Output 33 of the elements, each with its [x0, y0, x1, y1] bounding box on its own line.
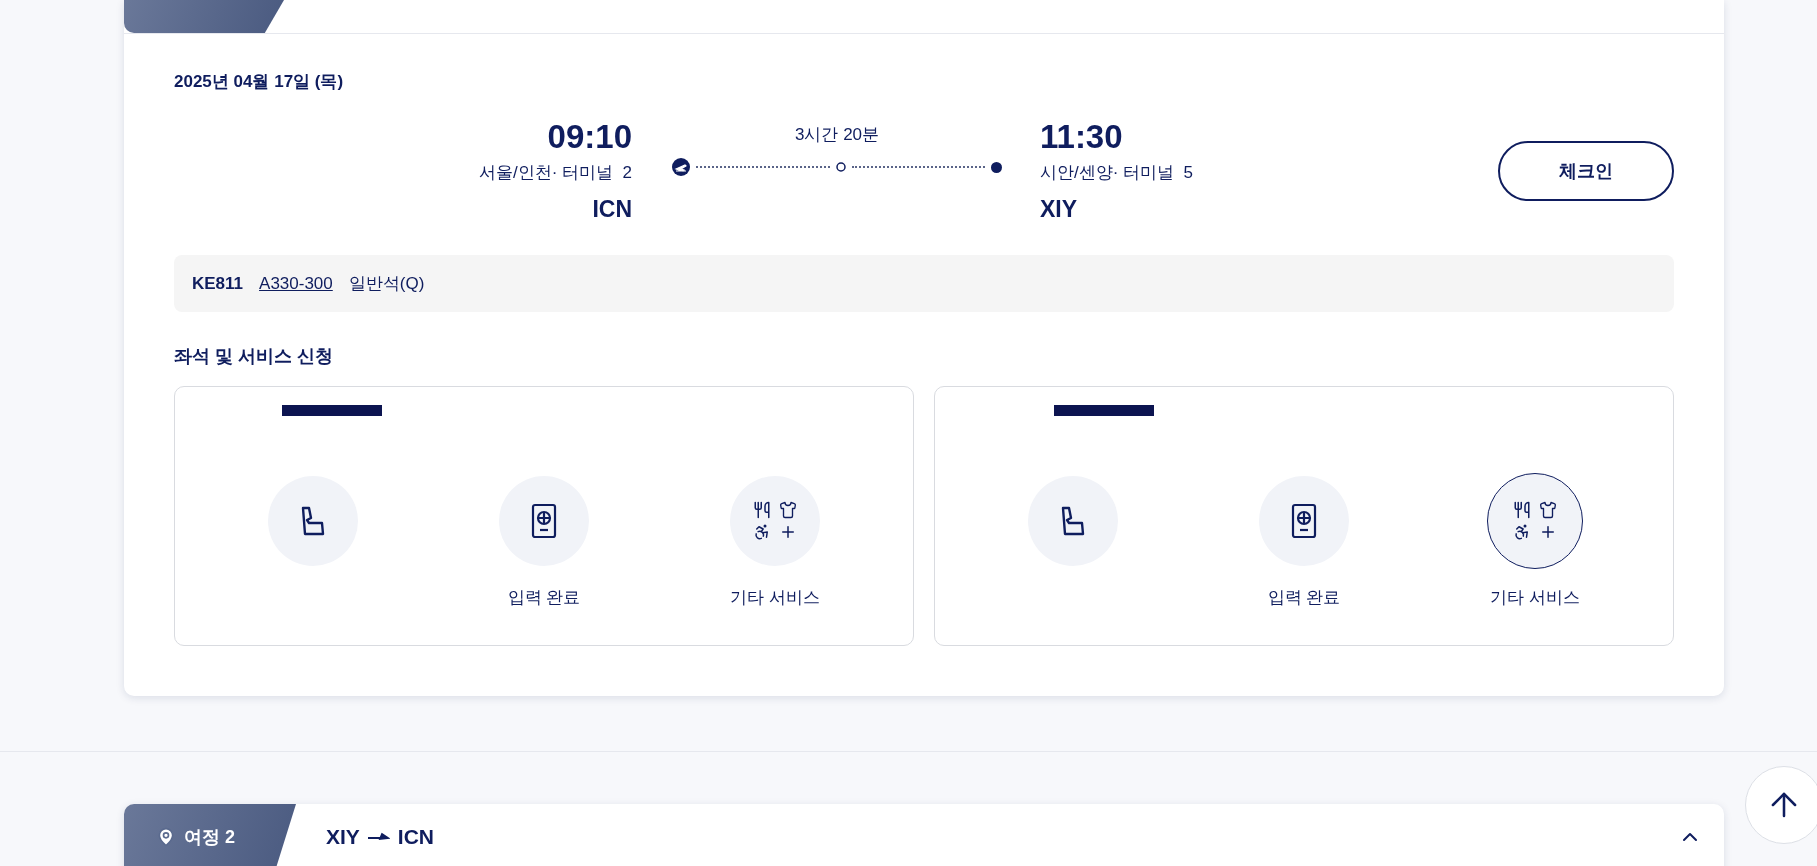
service-label: 입력 완료	[1267, 587, 1341, 608]
departure-code: ICN	[592, 196, 632, 223]
cabin-class: 일반석(Q)	[348, 273, 425, 295]
passport-icon	[1291, 503, 1317, 539]
service-label: 기타 서비스	[730, 587, 821, 608]
journey-label: 여정 2	[184, 826, 235, 849]
departure-time: 09:10	[547, 117, 632, 157]
journey-tab[interactable]	[124, 0, 284, 33]
services-icon	[753, 501, 798, 541]
aircraft-link[interactable]: A330-300	[259, 273, 333, 294]
service-label: 입력 완료	[507, 587, 581, 608]
journey-tab[interactable]: 여정 2	[124, 804, 296, 866]
checkin-button[interactable]: 체크인	[1498, 141, 1674, 201]
pin-icon	[156, 827, 176, 847]
arrival-place: 시안/센양· 터미널 5	[1040, 162, 1193, 184]
seat-icon	[300, 506, 325, 536]
stop-icon	[835, 162, 846, 172]
flight-date: 2025년 04월 17일 (목)	[174, 71, 345, 93]
arrival-time: 11:30	[1040, 117, 1123, 157]
arrival-dot-icon	[991, 161, 1002, 173]
destination-code: ICN	[397, 825, 435, 849]
services-title: 좌석 및 서비스 신청	[174, 345, 334, 368]
service-label: 기타 서비스	[1490, 587, 1581, 608]
plane-arrow-icon	[367, 832, 390, 842]
takeoff-icon	[672, 158, 690, 176]
arrival-code: XIY	[1040, 196, 1078, 223]
departure-place: 서울/인천· 터미널 2	[479, 162, 632, 184]
origin-code: XIY	[326, 825, 360, 849]
flight-duration: 3시간 20분	[794, 124, 880, 146]
flight-number: KE811	[192, 273, 244, 294]
services-icon	[1513, 501, 1558, 541]
passport-icon	[531, 503, 557, 539]
seat-icon	[1060, 506, 1085, 536]
